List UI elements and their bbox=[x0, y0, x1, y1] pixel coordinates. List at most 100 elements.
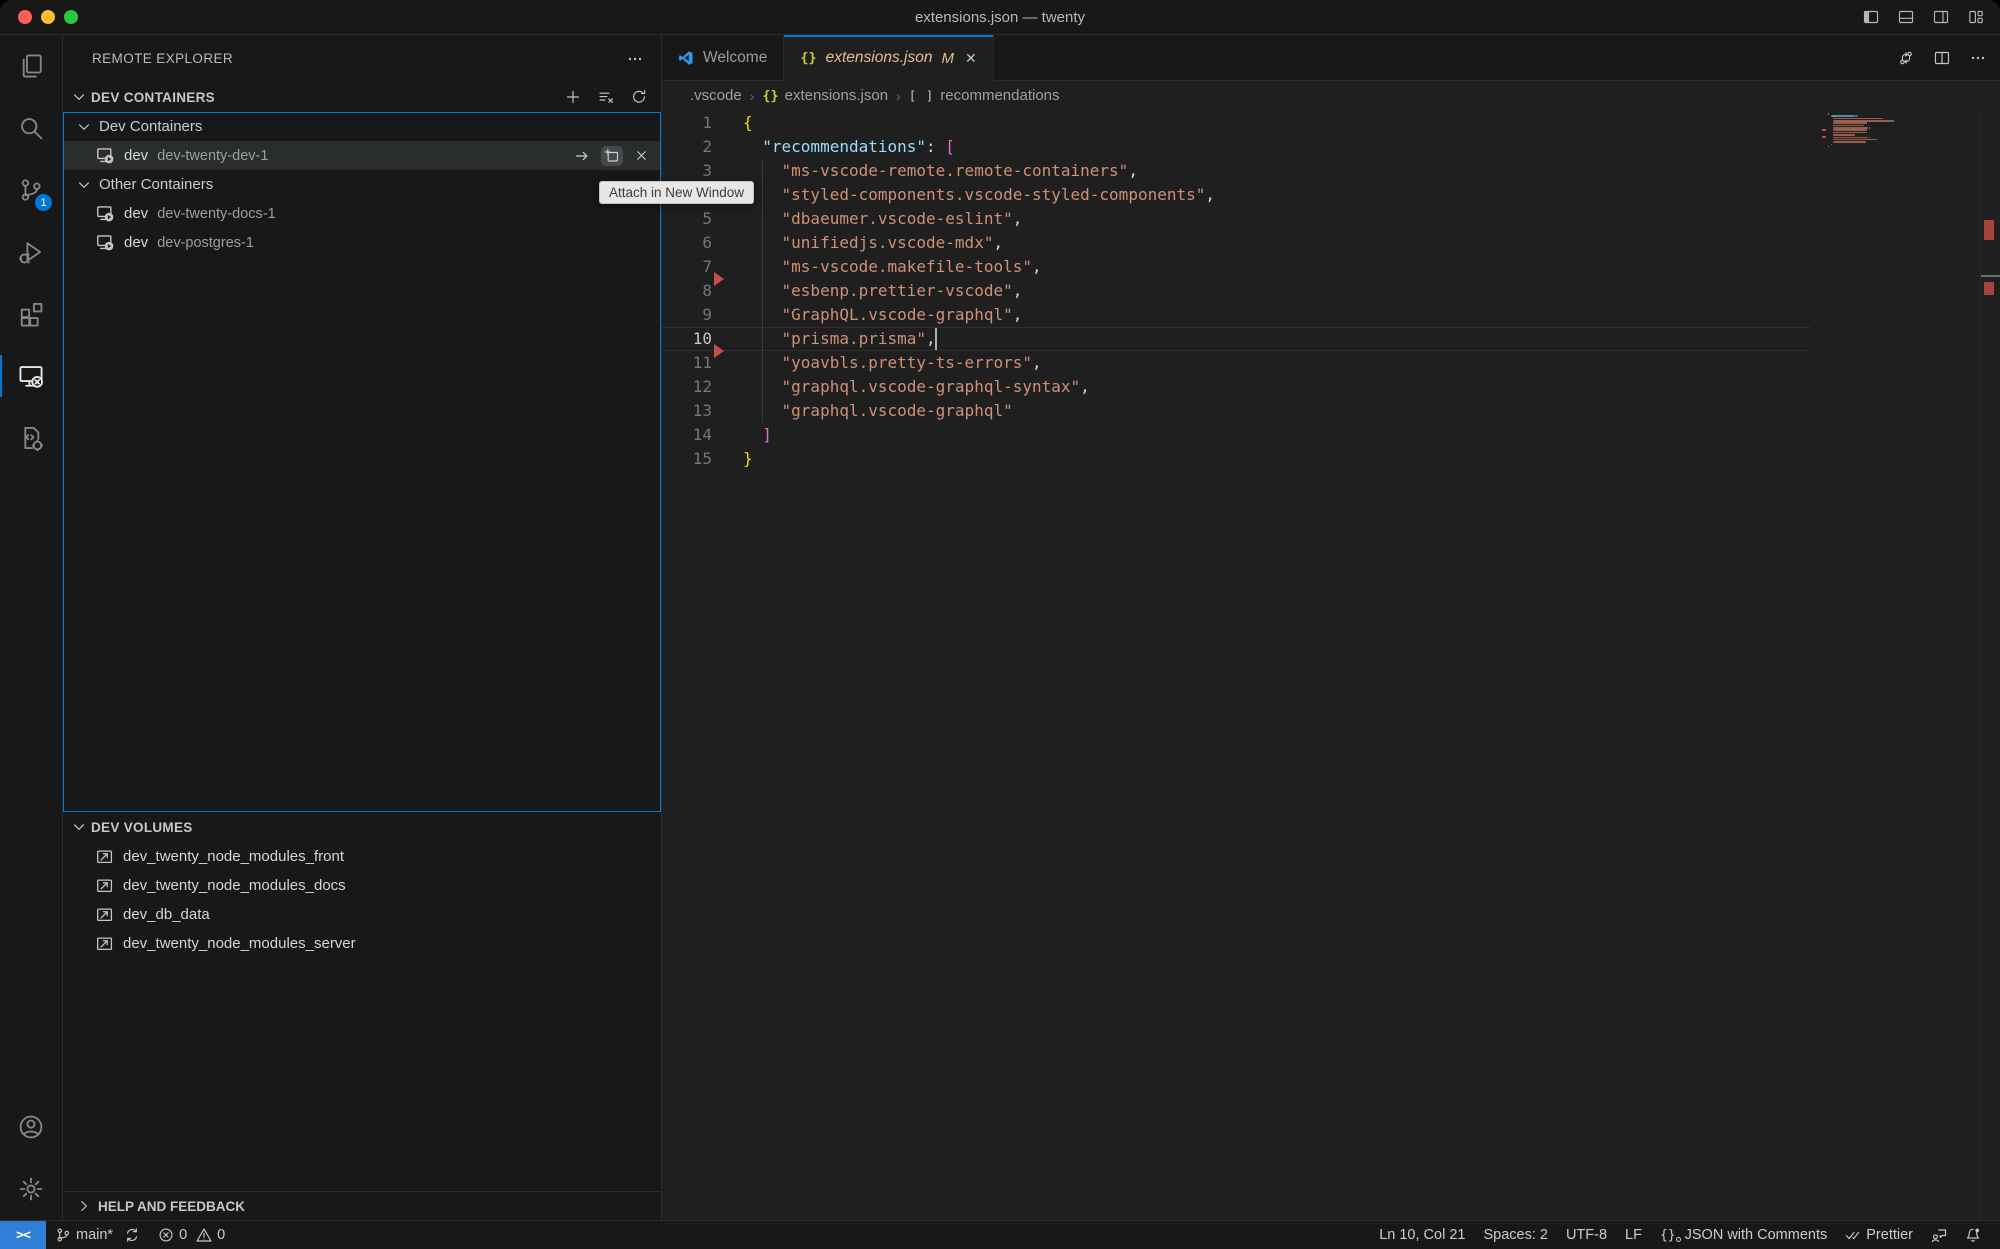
toggle-panel-icon[interactable] bbox=[1898, 9, 1914, 25]
code-line-12[interactable]: "graphql.vscode-graphql-syntax", bbox=[662, 375, 1810, 399]
git-branch-status[interactable]: main* bbox=[46, 1221, 149, 1249]
status-language-mode[interactable]: {}JSON with Comments bbox=[1651, 1221, 1836, 1249]
activity-item-source-control[interactable]: 1 bbox=[0, 159, 62, 221]
modified-indicator: M bbox=[941, 50, 954, 67]
activity-item-extensions[interactable] bbox=[0, 283, 62, 345]
close-window-button[interactable] bbox=[18, 10, 32, 24]
volume-item-dev_twenty_node_modules_server[interactable]: dev_twenty_node_modules_server bbox=[63, 929, 661, 958]
volume-icon bbox=[96, 935, 114, 953]
tab-extensions-json[interactable]: {} extensions.json M ✕ bbox=[784, 35, 993, 81]
toggle-secondary-sidebar-icon[interactable] bbox=[1933, 9, 1949, 25]
toggle-primary-sidebar-icon[interactable] bbox=[1863, 9, 1879, 25]
line-numbers[interactable]: 123456789101112131415 bbox=[662, 111, 712, 471]
breadcrumb-file[interactable]: {}extensions.json bbox=[762, 87, 888, 104]
run-and-debug-icon bbox=[18, 239, 44, 265]
activity-bar: 1 bbox=[0, 35, 63, 1220]
code-line-5[interactable]: "dbaeumer.vscode-eslint", bbox=[662, 207, 1810, 231]
remote-explorer-icon bbox=[18, 363, 44, 389]
dev-container-icon bbox=[96, 204, 115, 223]
activity-item-settings[interactable] bbox=[0, 1158, 62, 1220]
code-line-14[interactable]: ] bbox=[662, 423, 1810, 447]
clear-recents-icon[interactable] bbox=[598, 89, 614, 105]
status-cursor-position[interactable]: Ln 10, Col 21 bbox=[1370, 1221, 1474, 1249]
attach-in-new-window-icon[interactable] bbox=[601, 146, 623, 166]
errors-icon bbox=[158, 1227, 174, 1243]
sync-icon bbox=[124, 1227, 140, 1243]
code-line-7[interactable]: "ms-vscode.makefile-tools", bbox=[662, 255, 1810, 279]
minimap[interactable] bbox=[1810, 110, 1980, 1220]
volume-item-dev_twenty_node_modules_front[interactable]: dev_twenty_node_modules_front bbox=[63, 842, 661, 871]
source-control-badge: 1 bbox=[35, 194, 52, 211]
split-editor-icon[interactable] bbox=[1934, 50, 1950, 66]
warnings-icon bbox=[196, 1227, 212, 1243]
breadcrumb: .vscode › {}extensions.json › [ ]recomme… bbox=[662, 81, 2000, 110]
status-indentation[interactable]: Spaces: 2 bbox=[1474, 1221, 1557, 1249]
container-item-dev-twenty-docs-1[interactable]: devdev-twenty-docs-1 bbox=[63, 199, 661, 228]
code-line-13[interactable]: "graphql.vscode-graphql" bbox=[662, 399, 1810, 423]
volume-item-dev_twenty_node_modules_docs[interactable]: dev_twenty_node_modules_docs bbox=[63, 871, 661, 900]
status-formatter[interactable]: Prettier bbox=[1836, 1221, 1922, 1249]
code-line-2[interactable]: "recommendations": [ bbox=[662, 135, 1810, 159]
status-notifications[interactable] bbox=[1956, 1221, 1990, 1249]
customize-layout-icon[interactable] bbox=[1968, 9, 1984, 25]
section-dev-volumes-header[interactable]: DEV VOLUMES bbox=[63, 812, 661, 842]
activity-item-search[interactable] bbox=[0, 97, 62, 159]
code-line-1[interactable]: { bbox=[662, 111, 1810, 135]
accounts-icon bbox=[18, 1114, 44, 1140]
tab-bar: Welcome {} extensions.json M ✕ bbox=[662, 35, 2000, 81]
chevron-down-icon bbox=[71, 819, 87, 835]
code-line-15[interactable]: } bbox=[662, 447, 1810, 471]
code-line-6[interactable]: "unifiedjs.vscode-mdx", bbox=[662, 231, 1810, 255]
vscode-logo-icon bbox=[678, 50, 694, 66]
tree-group-other-containers[interactable]: Other Containers bbox=[63, 170, 661, 199]
code-line-4[interactable]: "styled-components.vscode-styled-compone… bbox=[662, 183, 1810, 207]
chevron-down-icon bbox=[71, 89, 87, 105]
jsonc-icon: {} bbox=[1660, 1228, 1680, 1243]
section-help-and-feedback-header[interactable]: HELP AND FEEDBACK bbox=[63, 1191, 661, 1220]
vscode-window: extensions.json — twenty 1 REMOTE EXPLOR… bbox=[0, 0, 2000, 1249]
close-tab-icon[interactable]: ✕ bbox=[965, 50, 977, 67]
sidebar-more-actions-icon[interactable] bbox=[627, 51, 643, 67]
remote-indicator[interactable]: >< bbox=[0, 1221, 46, 1249]
breadcrumb-symbol[interactable]: [ ]recommendations bbox=[909, 87, 1060, 104]
sidebar-remote-explorer: REMOTE EXPLORER DEV CONTAINERS Dev Conta… bbox=[63, 35, 662, 1220]
activity-item-explorer[interactable] bbox=[0, 35, 62, 97]
code-line-9[interactable]: "GraphQL.vscode-graphql", bbox=[662, 303, 1810, 327]
double-check-icon bbox=[1845, 1227, 1861, 1243]
git-deleted-lines-marker[interactable] bbox=[714, 272, 724, 286]
activity-item-accounts[interactable] bbox=[0, 1096, 62, 1158]
activity-item-remote-explorer[interactable] bbox=[0, 345, 62, 407]
stop-container-icon[interactable] bbox=[634, 148, 649, 163]
problems-status[interactable]: 0 0 bbox=[149, 1221, 234, 1249]
status-feedback[interactable] bbox=[1922, 1221, 1956, 1249]
refresh-icon[interactable] bbox=[631, 89, 647, 105]
activity-item-run-and-debug[interactable] bbox=[0, 221, 62, 283]
tab-welcome[interactable]: Welcome bbox=[662, 35, 784, 80]
container-item-dev-twenty-dev-1[interactable]: devdev-twenty-dev-1 bbox=[63, 141, 661, 170]
code-line-3[interactable]: "ms-vscode-remote.remote-containers", bbox=[662, 159, 1810, 183]
minimize-window-button[interactable] bbox=[41, 10, 55, 24]
dev-volumes-list: dev_twenty_node_modules_frontdev_twenty_… bbox=[63, 842, 661, 958]
dev-container-icon bbox=[96, 233, 115, 252]
activity-item-container-tools[interactable] bbox=[0, 407, 62, 469]
breadcrumb-folder[interactable]: .vscode bbox=[690, 87, 742, 104]
code-editor[interactable]: { "recommendations": [ "ms-vscode-remote… bbox=[662, 110, 2000, 1220]
tree-group-dev-containers[interactable]: Dev Containers bbox=[63, 112, 661, 141]
editor-more-actions-icon[interactable] bbox=[1970, 50, 1986, 66]
code-line-8[interactable]: "esbenp.prettier-vscode", bbox=[662, 279, 1810, 303]
attach-to-container-icon[interactable] bbox=[574, 148, 590, 164]
code-line-10[interactable]: "prisma.prisma", bbox=[662, 327, 1810, 351]
status-eol[interactable]: LF bbox=[1616, 1221, 1651, 1249]
container-item-dev-postgres-1[interactable]: devdev-postgres-1 bbox=[63, 228, 661, 257]
new-dev-container-icon[interactable] bbox=[565, 89, 581, 105]
dev-containers-tree: Dev Containers devdev-twenty-dev-1 Other… bbox=[63, 112, 661, 812]
code-line-11[interactable]: "yoavbls.pretty-ts-errors", bbox=[662, 351, 1810, 375]
window-controls bbox=[18, 10, 78, 24]
open-changes-icon[interactable] bbox=[1898, 50, 1914, 66]
volume-icon bbox=[96, 848, 114, 866]
zoom-window-button[interactable] bbox=[64, 10, 78, 24]
section-dev-containers-header[interactable]: DEV CONTAINERS bbox=[63, 82, 661, 112]
status-encoding[interactable]: UTF-8 bbox=[1557, 1221, 1616, 1249]
git-deleted-lines-marker[interactable] bbox=[714, 344, 724, 358]
volume-item-dev_db_data[interactable]: dev_db_data bbox=[63, 900, 661, 929]
